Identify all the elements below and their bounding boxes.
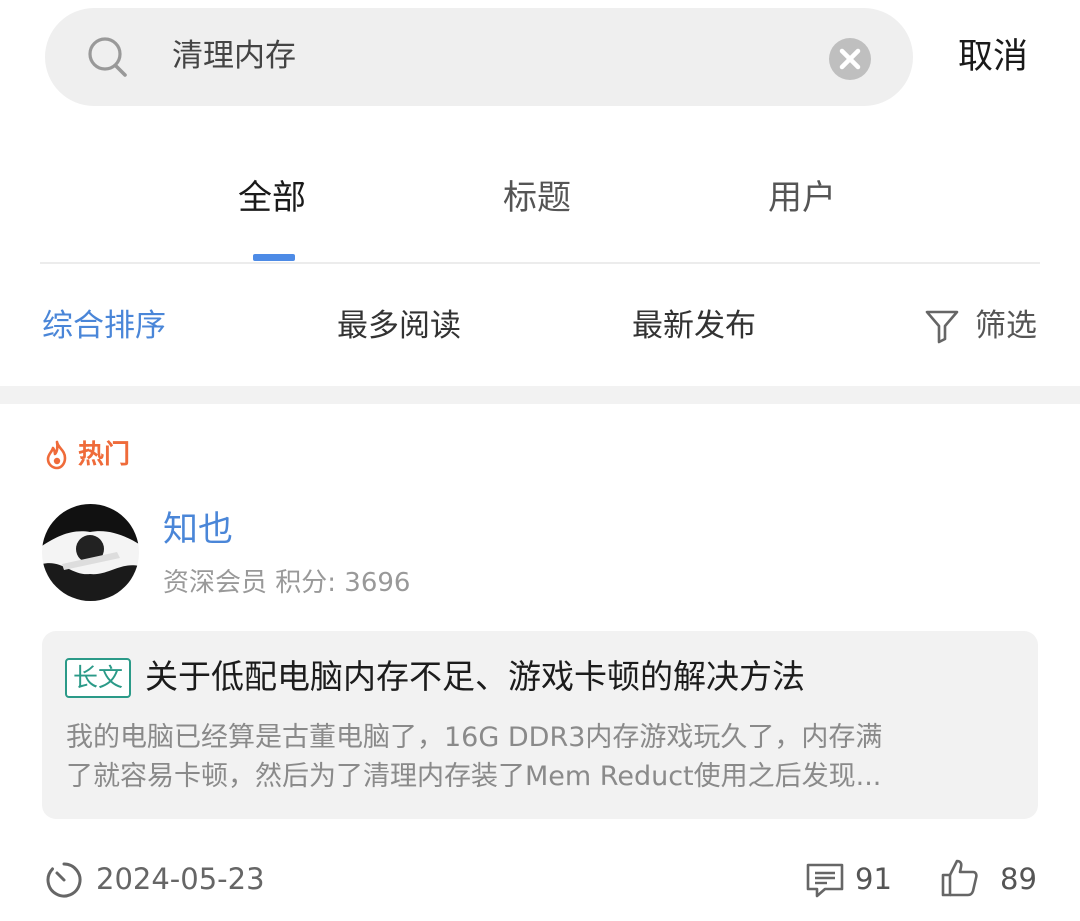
like-count: 89	[1000, 862, 1037, 896]
hot-label: 热门	[78, 440, 131, 470]
tab-user[interactable]: 用户	[768, 176, 836, 220]
comment-icon[interactable]	[805, 862, 845, 900]
sort-most-read[interactable]: 最多阅读	[337, 306, 461, 346]
sort-latest[interactable]: 最新发布	[632, 306, 756, 346]
excerpt-line: 了就容易卡顿，然后为了清理内存装了Mem Reduct使用之后发现...	[66, 761, 882, 792]
author-name[interactable]: 知也	[163, 508, 233, 552]
sort-comprehensive[interactable]: 综合排序	[42, 306, 166, 346]
post-date: 2024-05-23	[96, 862, 265, 896]
filter-icon[interactable]	[924, 308, 960, 344]
active-tab-indicator	[253, 254, 295, 261]
filter-button[interactable]: 筛选	[975, 306, 1037, 346]
thumbs-up-icon[interactable]	[940, 858, 980, 898]
long-article-tag: 长文	[65, 658, 132, 698]
cancel-button[interactable]: 取消	[958, 34, 1028, 80]
post-excerpt: 我的电脑已经算是古董电脑了，16G DDR3内存游戏玩久了，内存满 了就容易卡顿…	[66, 718, 1016, 796]
comment-count: 91	[855, 862, 892, 896]
search-input[interactable]: 清理内存	[172, 36, 296, 76]
tabs-divider	[40, 262, 1040, 264]
clear-icon[interactable]	[828, 37, 872, 81]
section-divider	[0, 386, 1080, 404]
tab-all[interactable]: 全部	[238, 176, 306, 220]
clock-icon	[46, 862, 82, 898]
excerpt-line: 我的电脑已经算是古董电脑了，16G DDR3内存游戏玩久了，内存满	[66, 722, 883, 753]
search-icon	[88, 37, 127, 77]
tab-title[interactable]: 标题	[503, 176, 571, 220]
flame-icon	[46, 440, 67, 470]
avatar[interactable]	[42, 504, 139, 601]
post-title[interactable]: 关于低配电脑内存不足、游戏卡顿的解决方法	[145, 655, 805, 699]
author-meta: 资深会员 积分: 3696	[163, 568, 411, 598]
